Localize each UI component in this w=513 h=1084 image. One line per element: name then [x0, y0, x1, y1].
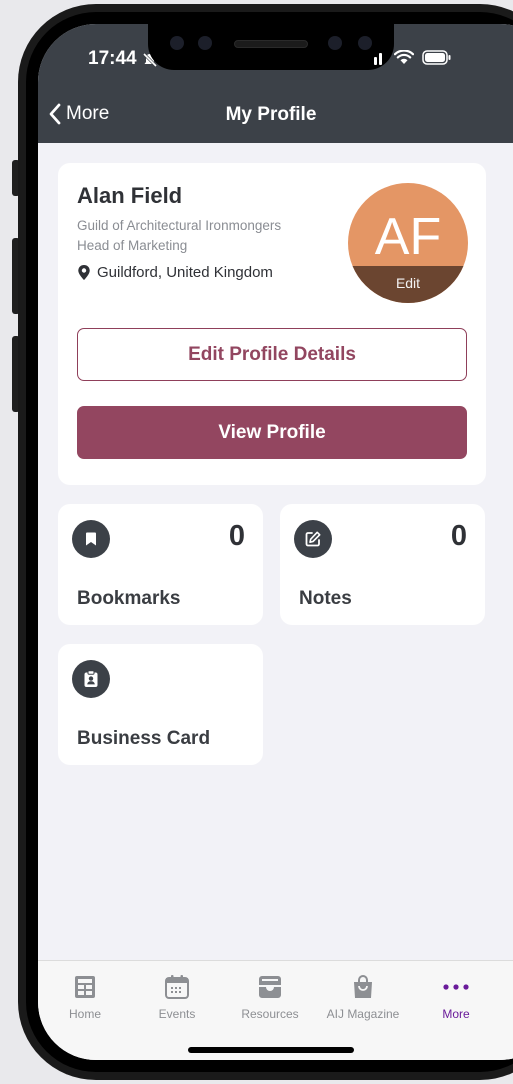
- app-screen: 17:44 More My Profile Alan Field Guild o…: [38, 24, 513, 1060]
- tab-aij-magazine[interactable]: AIJ Magazine: [318, 973, 408, 1021]
- profile-card: Alan Field Guild of Architectural Ironmo…: [58, 163, 486, 485]
- tab-home[interactable]: Home: [40, 973, 130, 1021]
- tab-bar: Home Events Resources AIJ Magazine More: [38, 960, 513, 1060]
- home-grid-icon: [40, 973, 130, 1001]
- more-dots-icon: [411, 973, 501, 1001]
- avatar-edit-label[interactable]: Edit: [348, 266, 468, 303]
- notes-label: Notes: [299, 588, 352, 609]
- tab-label: AIJ Magazine: [326, 1007, 400, 1021]
- bag-icon: [318, 973, 408, 1001]
- profile-role: Head of Marketing: [77, 238, 188, 253]
- avatar[interactable]: AF Edit: [348, 183, 468, 303]
- notes-count: 0: [450, 520, 467, 552]
- location-pin-icon: [78, 265, 90, 280]
- tab-label-active: More: [442, 1007, 470, 1021]
- edit-note-icon: [294, 520, 332, 558]
- battery-icon: [422, 50, 451, 65]
- location-text: Guildford, United Kingdom: [97, 264, 273, 281]
- edit-profile-button[interactable]: Edit Profile Details: [77, 328, 467, 381]
- island-speaker: [234, 40, 308, 48]
- bookmarks-label: Bookmarks: [77, 588, 181, 609]
- tab-resources[interactable]: Resources: [225, 973, 315, 1021]
- page-title: My Profile: [225, 104, 317, 125]
- island-sensor: [328, 36, 342, 50]
- island-camera: [198, 36, 212, 50]
- id-badge-icon: [72, 660, 110, 698]
- profile-location: Guildford, United Kingdom: [77, 264, 273, 281]
- device-frame: 17:44 More My Profile Alan Field Guild o…: [0, 0, 513, 1084]
- tab-label: Events: [158, 1007, 196, 1021]
- bookmark-icon: [72, 520, 110, 558]
- profile-organization: Guild of Architectural Ironmongers: [77, 218, 282, 233]
- bookmarks-card[interactable]: 0 Bookmarks: [58, 504, 263, 625]
- business-card-label: Business Card: [77, 728, 211, 749]
- avatar-initials: AF: [374, 208, 442, 266]
- business-card-card[interactable]: Business Card: [58, 644, 263, 765]
- notes-card[interactable]: 0 Notes: [280, 504, 485, 625]
- app-header: 17:44 More My Profile: [38, 24, 513, 143]
- dynamic-island: [148, 24, 394, 70]
- status-time: 17:44: [88, 48, 137, 69]
- bookmarks-count: 0: [228, 520, 245, 552]
- tab-events[interactable]: Events: [132, 973, 222, 1021]
- home-indicator: [188, 1047, 354, 1053]
- tab-more[interactable]: More: [411, 973, 501, 1021]
- tab-label: Home: [68, 1007, 101, 1021]
- wifi-icon: [394, 50, 414, 64]
- view-profile-button[interactable]: View Profile: [77, 406, 467, 459]
- calendar-icon: [132, 973, 222, 1001]
- status-indicators: [374, 50, 452, 65]
- island-sensor: [358, 36, 372, 50]
- tab-label: Resources: [241, 1007, 299, 1021]
- signal-icon: [374, 52, 382, 65]
- island-sensor: [170, 36, 184, 50]
- tray-icon: [225, 973, 315, 1001]
- profile-name: Alan Field: [77, 183, 183, 208]
